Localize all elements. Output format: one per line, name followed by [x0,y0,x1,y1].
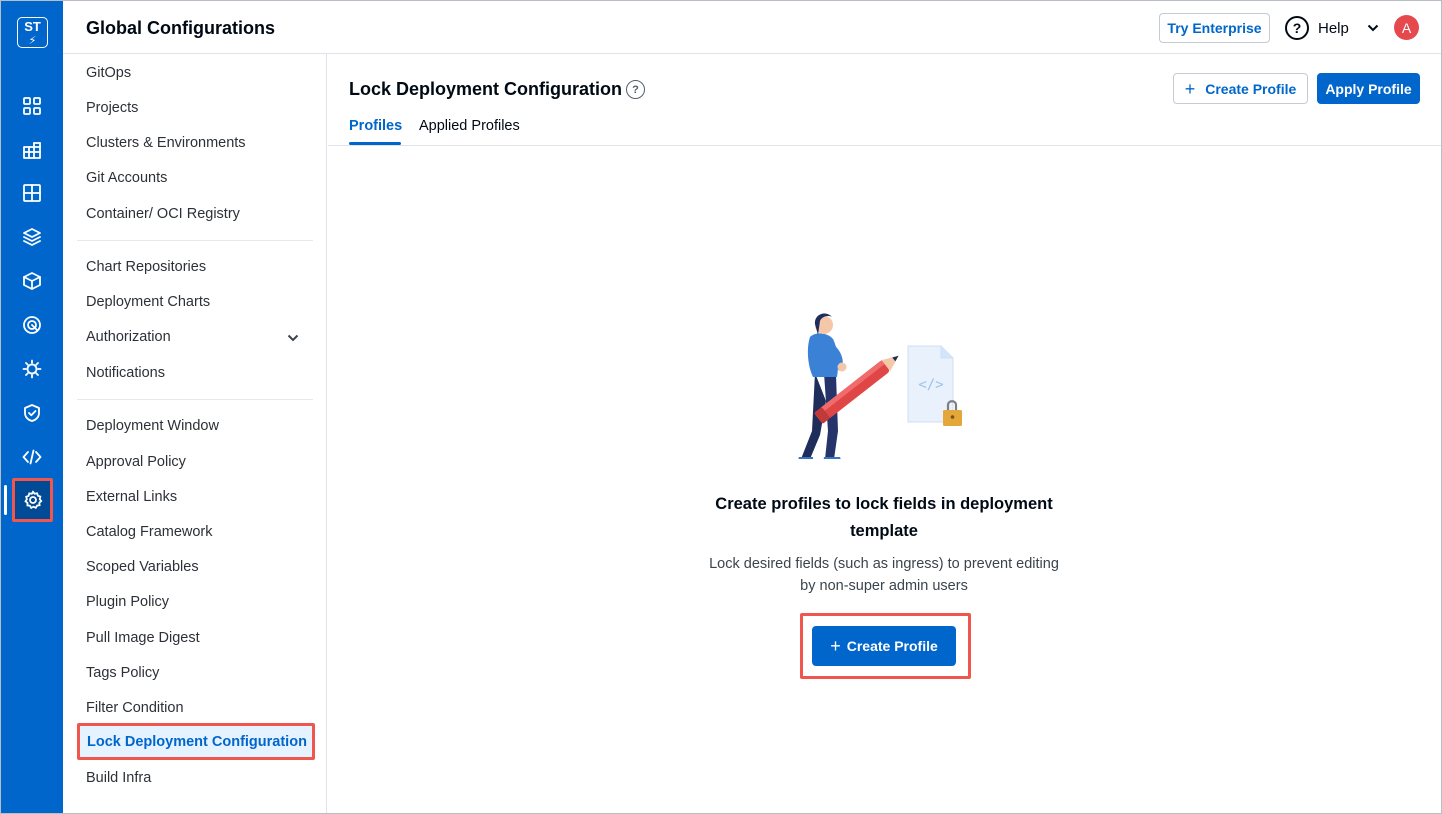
sidebar-item-tags-policy[interactable]: Tags Policy [86,665,159,681]
file-code-glyph: </> [918,377,943,393]
cta-label: Create Profile [846,638,938,654]
sidebar-item-catalog-framework[interactable]: Catalog Framework [86,524,213,540]
sidebar-item-label: Lock Deployment Configuration [87,734,307,750]
sidebar-item-pull-image-digest[interactable]: Pull Image Digest [86,630,200,646]
stack-icon[interactable] [19,224,45,250]
table-icon[interactable] [19,180,45,206]
sidebar-item-notifications[interactable]: Notifications [86,365,165,381]
package-icon[interactable] [19,268,45,294]
sidebar-divider [77,399,313,400]
bug-icon[interactable] [19,356,45,382]
shield-check-icon[interactable] [19,400,45,426]
sidebar-item-build-infra[interactable]: Build Infra [86,770,151,786]
sidebar-item-filter-condition[interactable]: Filter Condition [86,700,184,716]
question-circle-icon[interactable]: ? [626,80,645,99]
app-window: ST ⚡ Global Configurations Try Enterpris… [0,0,1442,814]
dashboard-icon[interactable] [19,137,45,163]
person-with-pencil [798,313,899,459]
code-icon[interactable] [19,444,45,470]
sidebar-divider [77,240,313,241]
active-tab-indicator [349,142,401,145]
settings-sidebar: GitOps Projects Clusters & Environments … [63,54,327,813]
sidebar-item-scoped-variables[interactable]: Scoped Variables [86,559,199,575]
main-content: Lock Deployment Configuration ? + Create… [328,54,1441,813]
empty-state-create-profile-button[interactable]: + Create Profile [812,626,956,666]
sidebar-item-lock-deployment-configuration[interactable]: Lock Deployment Configuration [77,723,315,760]
sidebar-item-projects[interactable]: Projects [86,100,138,116]
top-header: Global Configurations Try Enterprise ? H… [63,1,1441,54]
sidebar-item-approval-policy[interactable]: Approval Policy [86,454,186,470]
section-title: Lock Deployment Configuration [349,79,623,99]
sidebar-item-external-links[interactable]: External Links [86,489,177,505]
content-header: Lock Deployment Configuration ? + Create… [328,54,1441,146]
apply-profile-button[interactable]: Apply Profile [1317,73,1420,104]
logo-text: ST [24,19,41,34]
primary-nav-rail: ST ⚡ [1,1,63,813]
settings-gear-icon[interactable] [12,478,53,522]
empty-state-subtitle: Lock desired fields (such as ingress) to… [709,556,1059,594]
active-indicator [4,485,7,515]
sidebar-item-plugin-policy[interactable]: Plugin Policy [86,594,169,610]
plus-icon: + [1184,78,1196,99]
create-profile-label: Create Profile [1205,80,1297,97]
security-scan-icon[interactable] [19,312,45,338]
highlight-box: + Create Profile [800,613,971,679]
help-circle-icon: ? [1285,16,1309,40]
page-title: Global Configurations [86,18,275,38]
help-menu[interactable]: ? Help [1285,15,1380,41]
sidebar-item-deployment-window[interactable]: Deployment Window [86,418,219,434]
create-profile-button[interactable]: + Create Profile [1173,73,1308,104]
sidebar-item-chart-repositories[interactable]: Chart Repositories [86,259,206,275]
empty-state-title: Create profiles to lock fields in deploy… [715,495,1053,540]
sidebar-item-container-registry[interactable]: Container/ OCI Registry [86,206,240,222]
sidebar-item-authorization[interactable]: Authorization [86,329,171,345]
plus-icon: + [830,636,841,656]
tab-applied-profiles[interactable]: Applied Profiles [419,118,520,134]
locked-file-icon: </> [907,345,962,426]
sidebar-item-git-accounts[interactable]: Git Accounts [86,170,167,186]
sidebar-item-clusters-environments[interactable]: Clusters & Environments [86,135,246,151]
user-avatar[interactable]: A [1394,15,1419,40]
app-logo[interactable]: ST ⚡ [17,17,48,48]
logo-bolt-icon: ⚡ [28,35,37,47]
tab-profiles[interactable]: Profiles [349,118,402,134]
sidebar-item-deployment-charts[interactable]: Deployment Charts [86,294,210,310]
help-label: Help [1318,19,1349,37]
try-enterprise-button[interactable]: Try Enterprise [1159,13,1270,43]
chevron-down-icon [1366,21,1380,35]
empty-state-illustration: </> [798,313,962,459]
chevron-down-icon[interactable] [286,331,300,345]
sidebar-item-gitops[interactable]: GitOps [86,65,131,81]
apps-grid-icon[interactable] [19,93,45,119]
